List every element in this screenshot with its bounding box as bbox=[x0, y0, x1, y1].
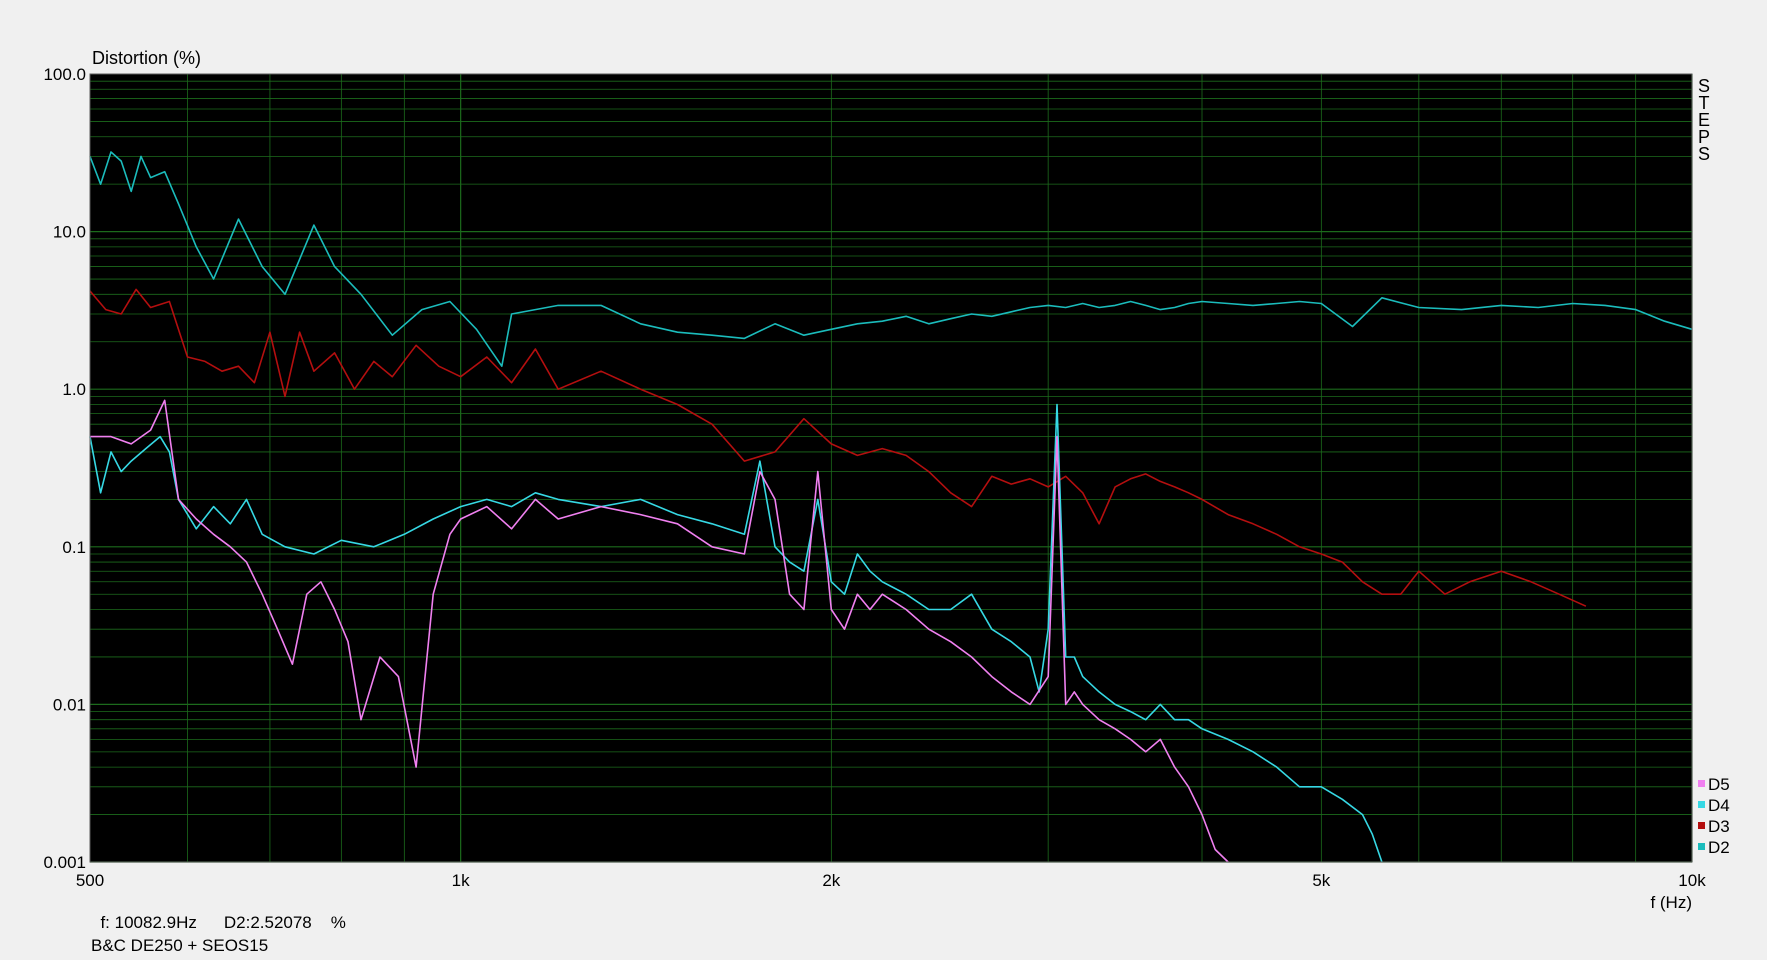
steps-letter: S bbox=[1698, 144, 1710, 164]
x-tick-labels: 500 1k 2k 5k 10k bbox=[76, 871, 1706, 890]
legend-label: D2 bbox=[1708, 838, 1730, 857]
y-axis-label: Distortion (%) bbox=[92, 48, 201, 68]
x-tick-label: 2k bbox=[822, 871, 840, 890]
readout-frequency: f: 10082.9Hz bbox=[100, 913, 197, 932]
steps-label: STEPS bbox=[1698, 76, 1710, 164]
readout-unit: % bbox=[330, 913, 346, 932]
measurement-title: B&C DE250 + SEOS15 bbox=[91, 936, 269, 955]
y-tick-label: 0.01 bbox=[53, 695, 86, 714]
legend-label: D5 bbox=[1708, 775, 1730, 794]
legend-swatch bbox=[1698, 801, 1705, 808]
x-axis-label: f (Hz) bbox=[1650, 893, 1692, 912]
x-tick-label: 5k bbox=[1312, 871, 1330, 890]
legend-swatch bbox=[1698, 780, 1705, 787]
y-tick-label: 100.0 bbox=[43, 65, 86, 84]
x-tick-label: 10k bbox=[1678, 871, 1706, 890]
y-tick-label: 0.1 bbox=[62, 538, 86, 557]
cursor-readout: f: 10082.9Hz D2:2.52078% bbox=[91, 893, 346, 933]
y-tick-label: 10.0 bbox=[53, 223, 86, 242]
x-tick-label: 500 bbox=[76, 871, 104, 890]
readout-value: D2:2.52078 bbox=[223, 913, 312, 932]
legend-swatch bbox=[1698, 822, 1705, 829]
y-tick-labels: 100.0 10.0 1.0 0.1 0.01 0.001 bbox=[43, 65, 86, 872]
plot-background bbox=[90, 74, 1692, 862]
x-tick-label: 1k bbox=[452, 871, 470, 890]
y-tick-label: 1.0 bbox=[62, 380, 86, 399]
distortion-chart: 100.0 10.0 1.0 0.1 0.01 0.001 500 1k 2k 5k 10k Di… bbox=[43, 48, 1730, 912]
y-tick-label: 0.001 bbox=[43, 853, 86, 872]
legend-swatch bbox=[1698, 843, 1705, 850]
legend-label: D4 bbox=[1708, 796, 1730, 815]
legend-label: D3 bbox=[1708, 817, 1730, 836]
legend: D5 D4 D3 D2 bbox=[1698, 775, 1730, 857]
